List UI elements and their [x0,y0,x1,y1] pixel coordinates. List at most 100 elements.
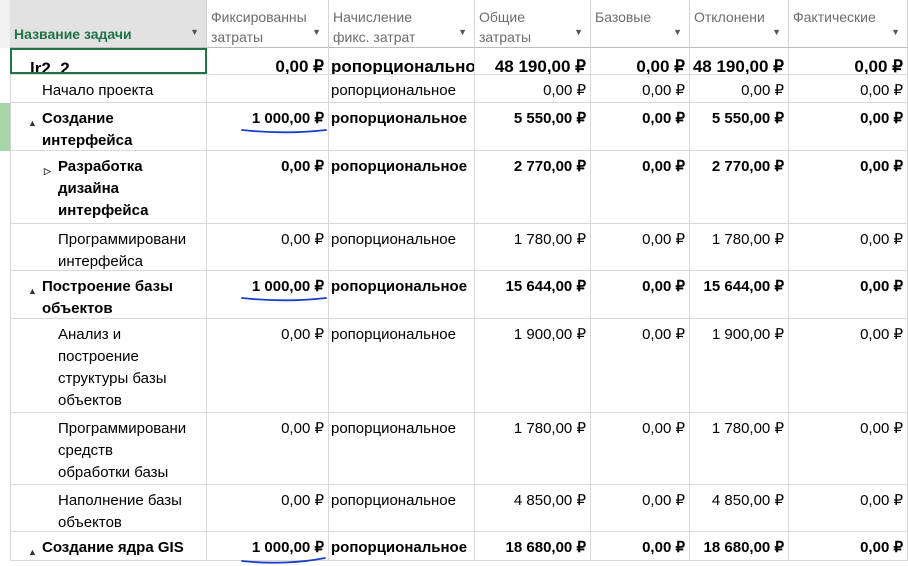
column-header-fixed-cost-accrual[interactable]: Начисление фикс. затрат ▼ [329,0,475,48]
cell-fixed-cost-accrual[interactable]: ропорциональное [329,75,475,102]
cell-task-name[interactable]: ▷ Разработка дизайна интерфейса [10,151,207,223]
cell-baseline-cost[interactable]: 0,00 ₽ [591,224,690,270]
table-row[interactable]: ▲ Создание интерфейса 1 000,00 ₽ ропорциона… [10,103,908,151]
column-header-variance[interactable]: Отклонени ▼ [690,0,789,48]
cell-fixed-cost-accrual[interactable]: ропорциональное [329,485,475,531]
cell-actual-cost[interactable]: 0,00 ₽ [789,413,908,484]
dropdown-arrow-icon[interactable]: ▼ [772,22,781,42]
table-row[interactable]: ▲ lr2_2 0,00 ₽ ропорциональное 48 190,00 ₽0,… [10,48,908,75]
dropdown-arrow-icon[interactable]: ▼ [673,22,682,42]
cell-baseline-cost[interactable]: 0,00 ₽ [591,413,690,484]
table-row[interactable]: ▲ Построение базы объектов 1 000,00 ₽ ропор… [10,271,908,319]
cell-variance[interactable]: 15 644,00 ₽ [690,271,789,318]
column-header-task-name[interactable]: Название задачи ▼ [10,0,207,48]
cell-baseline-cost[interactable]: 0,00 ₽ [591,271,690,318]
column-header-actual-cost[interactable]: Фактические ▼ [789,0,908,48]
cell-fixed-cost[interactable]: 0,00 ₽ [207,413,329,484]
cell-actual-cost[interactable]: 0,00 ₽ [789,224,908,270]
cell-fixed-cost-accrual[interactable]: ропорциональное [329,48,475,74]
cell-total-cost[interactable]: 5 550,00 ₽ [475,103,591,150]
cell-fixed-cost[interactable]: 1 000,00 ₽ [207,103,329,150]
table-row[interactable]: ▲ Создание ядра GIS 1 000,00 ₽ ропорциональ… [10,532,908,561]
collapse-toggle-icon[interactable]: ▲ [28,541,37,560]
table-row[interactable]: Анализ и построение структуры базы объек… [10,319,908,413]
cell-variance[interactable]: 4 850,00 ₽ [690,485,789,531]
cell-task-name[interactable]: ▲ Создание ядра GIS [10,532,207,560]
cell-fixed-cost[interactable]: 1 000,00 ₽ [207,532,329,560]
cell-fixed-cost[interactable]: 0,00 ₽ [207,224,329,270]
dropdown-arrow-icon[interactable]: ▼ [312,22,321,42]
cell-fixed-cost-accrual[interactable]: ропорциональное [329,413,475,484]
cell-task-name[interactable]: ▲ Построение базы объектов [10,271,207,318]
cell-total-cost[interactable]: 15 644,00 ₽ [475,271,591,318]
cell-fixed-cost-accrual[interactable]: ропорциональное [329,103,475,150]
cell-fixed-cost-accrual[interactable]: ропорциональное [329,151,475,223]
cell-variance[interactable]: 2 770,00 ₽ [690,151,789,223]
cell-actual-cost[interactable]: 0,00 ₽ [789,319,908,412]
table-row[interactable]: Программировани интерфейса 0,00 ₽ ропорцио… [10,224,908,271]
cell-task-name[interactable]: Программировани средств обработки базы [10,413,207,484]
cell-total-cost[interactable]: 18 680,00 ₽ [475,532,591,560]
collapse-toggle-icon[interactable]: ▲ [28,280,37,302]
cell-total-cost[interactable]: 4 850,00 ₽ [475,485,591,531]
cell-actual-cost[interactable]: 0,00 ₽ [789,103,908,150]
dropdown-arrow-icon[interactable]: ▼ [574,22,583,42]
cell-task-name[interactable]: ▲ lr2_2 [10,48,207,74]
cell-baseline-cost[interactable]: 0,00 ₽ [591,485,690,531]
column-header-baseline-cost[interactable]: Базовые ▼ [591,0,690,48]
cell-fixed-cost[interactable] [207,75,329,102]
cell-total-cost[interactable]: 48 190,00 ₽ [475,48,591,74]
cell-fixed-cost[interactable]: 0,00 ₽ [207,319,329,412]
cell-fixed-cost[interactable]: 0,00 ₽ [207,48,329,74]
cell-task-name[interactable]: Начало проекта [10,75,207,102]
cell-fixed-cost[interactable]: 0,00 ₽ [207,485,329,531]
cell-variance[interactable]: 0,00 ₽ [690,75,789,102]
cell-fixed-cost-accrual[interactable]: ропорциональное [329,224,475,270]
table-row[interactable]: ▷ Разработка дизайна интерфейса 0,00 ₽ ропо… [10,151,908,224]
cell-task-name[interactable]: Анализ и построение структуры базы объек… [10,319,207,412]
dropdown-arrow-icon[interactable]: ▼ [891,22,900,42]
cell-actual-cost[interactable]: 0,00 ₽ [789,48,908,74]
cell-fixed-cost-accrual[interactable]: ропорциональное [329,532,475,560]
cell-variance[interactable]: 18 680,00 ₽ [690,532,789,560]
cell-actual-cost[interactable]: 0,00 ₽ [789,485,908,531]
cell-variance[interactable]: 48 190,00 ₽ [690,48,789,74]
cell-variance[interactable]: 5 550,00 ₽ [690,103,789,150]
expand-toggle-icon[interactable]: ▷ [44,160,51,182]
cell-total-cost[interactable]: 1 780,00 ₽ [475,413,591,484]
cell-total-cost[interactable]: 1 780,00 ₽ [475,224,591,270]
cell-variance[interactable]: 1 780,00 ₽ [690,413,789,484]
cell-actual-cost[interactable]: 0,00 ₽ [789,271,908,318]
cell-baseline-cost[interactable]: 0,00 ₽ [591,75,690,102]
column-header-total-cost[interactable]: Общие затраты ▼ [475,0,591,48]
cell-fixed-cost[interactable]: 0,00 ₽ [207,151,329,223]
table-row[interactable]: Программировани средств обработки базы 0,… [10,413,908,485]
cell-fixed-cost[interactable]: 1 000,00 ₽ [207,271,329,318]
cell-actual-cost[interactable]: 0,00 ₽ [789,151,908,223]
column-header-fixed-cost[interactable]: Фиксированны затраты ▼ [207,0,329,48]
table-row[interactable]: Начало проекта ропорциональное 0,00 ₽0,00 … [10,75,908,103]
cell-baseline-cost[interactable]: 0,00 ₽ [591,151,690,223]
column-header-label: Фактические [793,9,876,25]
cell-variance[interactable]: 1 780,00 ₽ [690,224,789,270]
dropdown-arrow-icon[interactable]: ▼ [458,22,467,42]
cell-baseline-cost[interactable]: 0,00 ₽ [591,48,690,74]
cell-actual-cost[interactable]: 0,00 ₽ [789,532,908,560]
cell-task-name[interactable]: Наполнение базы объектов [10,485,207,531]
cell-baseline-cost[interactable]: 0,00 ₽ [591,103,690,150]
cell-actual-cost[interactable]: 0,00 ₽ [789,75,908,102]
dropdown-arrow-icon[interactable]: ▼ [190,22,199,42]
table-row[interactable]: Наполнение базы объектов 0,00 ₽ ропорциона… [10,485,908,532]
cell-variance[interactable]: 1 900,00 ₽ [690,319,789,412]
cell-fixed-cost-accrual[interactable]: ропорциональное [329,271,475,318]
cell-task-name[interactable]: ▲ Создание интерфейса [10,103,207,150]
cell-baseline-cost[interactable]: 0,00 ₽ [591,319,690,412]
collapse-toggle-icon[interactable]: ▲ [16,62,25,72]
cell-total-cost[interactable]: 2 770,00 ₽ [475,151,591,223]
cell-baseline-cost[interactable]: 0,00 ₽ [591,532,690,560]
collapse-toggle-icon[interactable]: ▲ [28,112,37,134]
cell-fixed-cost-accrual[interactable]: ропорциональное [329,319,475,412]
cell-total-cost[interactable]: 0,00 ₽ [475,75,591,102]
cell-task-name[interactable]: Программировани интерфейса [10,224,207,270]
cell-total-cost[interactable]: 1 900,00 ₽ [475,319,591,412]
